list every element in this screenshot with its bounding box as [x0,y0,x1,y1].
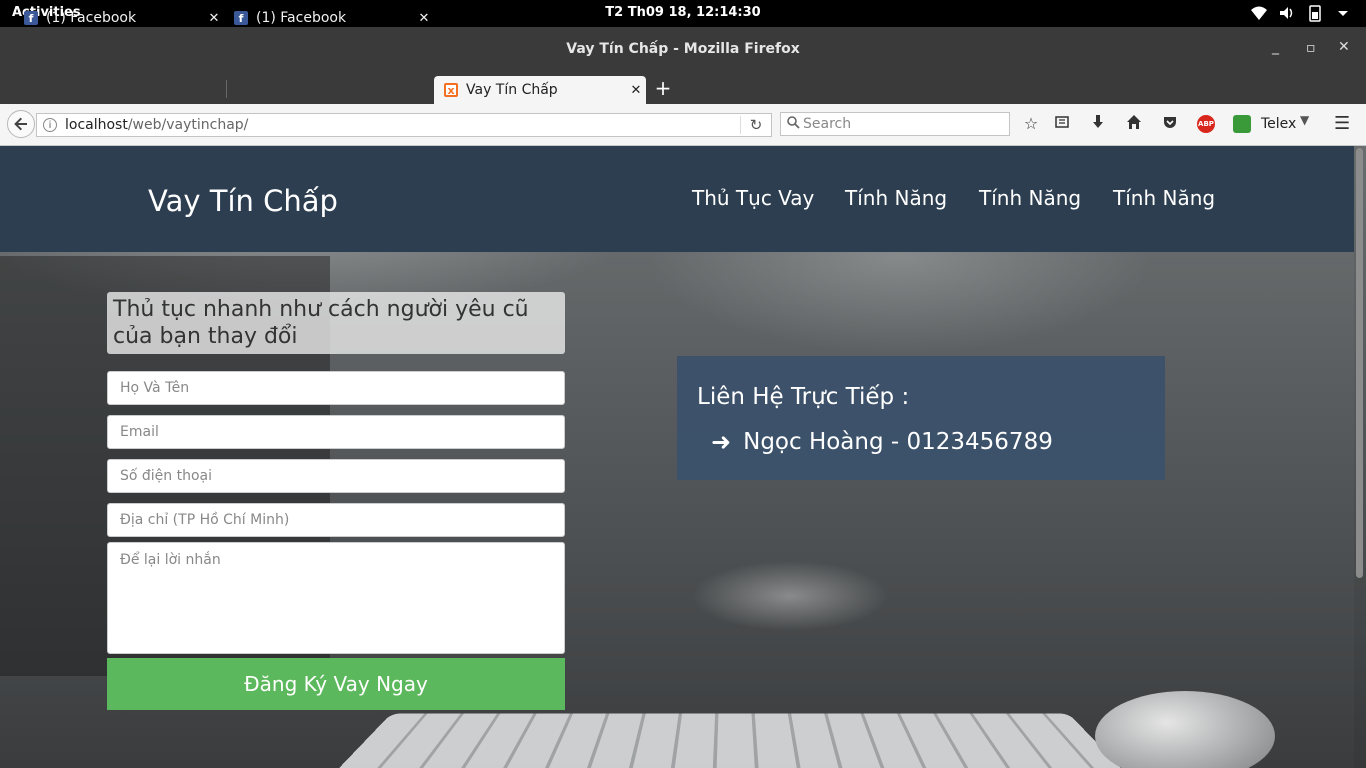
telex-label[interactable]: Telex [1261,116,1296,132]
system-menu-arrow-icon [1334,4,1352,22]
search-input[interactable]: Search [780,112,1010,136]
background-mouse-image [1095,691,1275,768]
contact-box: Liên Hệ Trực Tiếp : ➜ Ngọc Hoàng - 01234… [677,356,1165,480]
background-keyboard-image [320,713,1140,768]
window-titlebar: Vay Tín Chấp - Mozilla Firefox _ ▫ ✕ [0,27,1366,72]
contact-heading: Liên Hệ Trực Tiếp : [697,384,910,410]
url-text[interactable]: localhost/web/vaytinchap/ [65,117,740,133]
volume-icon [1278,4,1296,22]
nav-link-tinh-nang-1[interactable]: Tính Năng [845,186,947,210]
close-tab-icon[interactable]: ✕ [204,11,224,26]
name-field[interactable]: Họ Và Tên [107,371,565,405]
maximize-icon[interactable]: ▫ [1306,40,1316,56]
close-window-icon[interactable]: ✕ [1338,39,1350,55]
url-bar[interactable]: i localhost/web/vaytinchap/ ↻ [36,113,772,137]
back-arrow-icon [14,117,27,131]
tab-label: Vay Tín Chấp [466,82,558,98]
close-tab-icon[interactable]: ✕ [414,11,434,26]
tab-facebook-2[interactable]: f (1) Facebook ✕ [224,4,434,32]
telex-dropdown-icon[interactable]: ▼ [1300,113,1309,127]
scrollbar-thumb[interactable] [1356,148,1363,578]
search-placeholder: Search [803,116,852,132]
close-tab-icon[interactable]: ✕ [626,83,646,98]
downloads-icon[interactable] [1087,114,1109,136]
nav-link-tinh-nang-2[interactable]: Tính Năng [979,186,1081,210]
address-field[interactable]: Địa chỉ (TP Hồ Chí Minh) [107,503,565,537]
site-brand[interactable]: Vay Tín Chấp [148,184,338,218]
tab-label: (1) Facebook [46,10,137,26]
facebook-favicon-icon: f [24,11,38,25]
site-info-icon[interactable]: i [43,118,57,132]
contact-name-phone[interactable]: Ngọc Hoàng - 0123456789 [743,429,1053,455]
tab-bar [0,72,1366,104]
nav-link-tinh-nang-3[interactable]: Tính Năng [1113,186,1215,210]
wifi-icon [1250,4,1268,22]
tab-label: (1) Facebook [256,10,347,26]
site-header: Vay Tín Chấp Thủ Tục Vay Tính Năng Tính … [0,146,1354,252]
system-tray[interactable] [1250,4,1352,22]
bookmark-star-icon[interactable]: ☆ [1020,114,1042,136]
minimize-icon[interactable]: _ [1272,39,1279,55]
message-textarea[interactable]: Để lại lời nhắn [107,542,565,654]
phone-field[interactable]: Số điện thoại [107,459,565,493]
home-icon[interactable] [1123,114,1145,136]
submit-button[interactable]: Đăng Ký Vay Ngay [107,658,565,710]
pocket-icon[interactable] [1159,114,1181,136]
page-viewport: Vay Tín Chấp Thủ Tục Vay Tính Năng Tính … [0,146,1366,768]
url-path: /web/vaytinchap/ [127,117,249,133]
window-title: Vay Tín Chấp - Mozilla Firefox [566,41,800,57]
search-icon [783,115,803,133]
url-host: localhost [65,117,128,133]
menu-hamburger-icon[interactable]: ☰ [1334,113,1350,134]
battery-icon [1306,4,1324,22]
arrow-right-icon: ➜ [711,428,732,456]
contact-entry: ➜ Ngọc Hoàng - 0123456789 [711,428,1053,456]
back-button[interactable] [7,110,35,138]
email-field[interactable]: Email [107,415,565,449]
new-tab-icon[interactable]: + [652,76,674,100]
reload-icon[interactable]: ↻ [740,116,771,134]
tab-vay-tin-chap[interactable]: x Vay Tín Chấp ✕ [434,76,646,104]
facebook-favicon-icon: f [234,11,248,25]
xampp-favicon-icon: x [444,83,458,97]
adblock-plus-icon[interactable]: ABP [1197,115,1215,133]
reading-list-icon[interactable] [1051,114,1073,136]
tab-facebook-1[interactable]: f (1) Facebook ✕ [14,4,224,32]
telex-extension-icon[interactable] [1233,115,1251,133]
tab-separator [226,80,227,98]
nav-link-thu-tuc-vay[interactable]: Thủ Tục Vay [692,186,814,210]
form-heading: Thủ tục nhanh như cách người yêu cũ của … [107,292,565,354]
